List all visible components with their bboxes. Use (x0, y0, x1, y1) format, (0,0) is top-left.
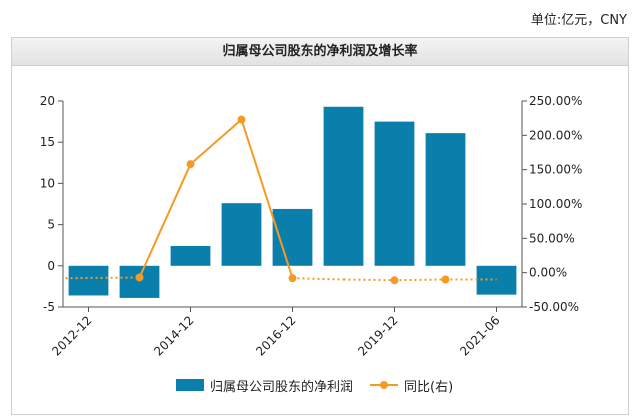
yoy-point (237, 115, 246, 124)
legend-bar-swatch (176, 379, 204, 391)
x-tick-label: 2012-12 (49, 313, 94, 358)
profit-bar (119, 265, 160, 298)
y-right-tick-label: 50.00% (529, 231, 575, 245)
y-right-tick-label: 150.00% (529, 163, 582, 177)
x-tick-label: 2016-12 (253, 313, 298, 358)
profit-bar (425, 133, 466, 266)
yoy-point (390, 276, 399, 285)
yoy-point (186, 160, 195, 169)
legend-label-profit: 归属母公司股东的净利润 (210, 379, 354, 395)
chart-svg: -5 0 5 10 15 20 -50.00% 0.00% 50.00% 100.00% 150.0… (40, 94, 583, 359)
legend-label-yoy: 同比(右) (404, 379, 454, 395)
yoy-point (135, 273, 144, 282)
y-right-tick-label: 0.00% (529, 266, 567, 280)
legend-item-yoy[interactable]: 同比(右) (370, 374, 453, 396)
profit-bar (170, 246, 211, 266)
x-tick-label: 2019-12 (355, 313, 400, 358)
chart-legend: 归属母公司股东的净利润 同比(右) (0, 374, 641, 396)
yoy-line-dotted-segment (292, 277, 344, 281)
yoy-point (288, 274, 297, 283)
y-right-tick-label: 200.00% (529, 128, 582, 142)
y-right-tick-label: -50.00% (529, 300, 579, 314)
y-left-tick-label: 20 (40, 94, 55, 108)
x-tick-label: 2021-06 (457, 313, 502, 358)
y-right-tick-label: 100.00% (529, 197, 582, 211)
profit-bar (374, 121, 415, 266)
legend-line-swatch (370, 379, 398, 391)
profit-bar (68, 265, 109, 296)
y-left-tick-label: -5 (43, 300, 55, 314)
y-left-tick-label: 0 (47, 259, 55, 273)
yoy-line-dotted-segment (394, 278, 446, 282)
y-left-tick-label: 15 (40, 135, 55, 149)
legend-item-profit[interactable]: 归属母公司股东的净利润 (176, 374, 353, 396)
y-right-tick-label: 250.00% (529, 94, 582, 108)
y-left-tick-label: 10 (40, 176, 55, 190)
yoy-line-dotted-segment (343, 278, 395, 282)
y-left-tick-label: 5 (47, 218, 55, 232)
yoy-line-segment (189, 118, 243, 165)
profit-bar (221, 203, 262, 266)
profit-bar (323, 106, 364, 266)
yoy-point (441, 275, 450, 284)
x-tick-label: 2014-12 (151, 313, 196, 358)
